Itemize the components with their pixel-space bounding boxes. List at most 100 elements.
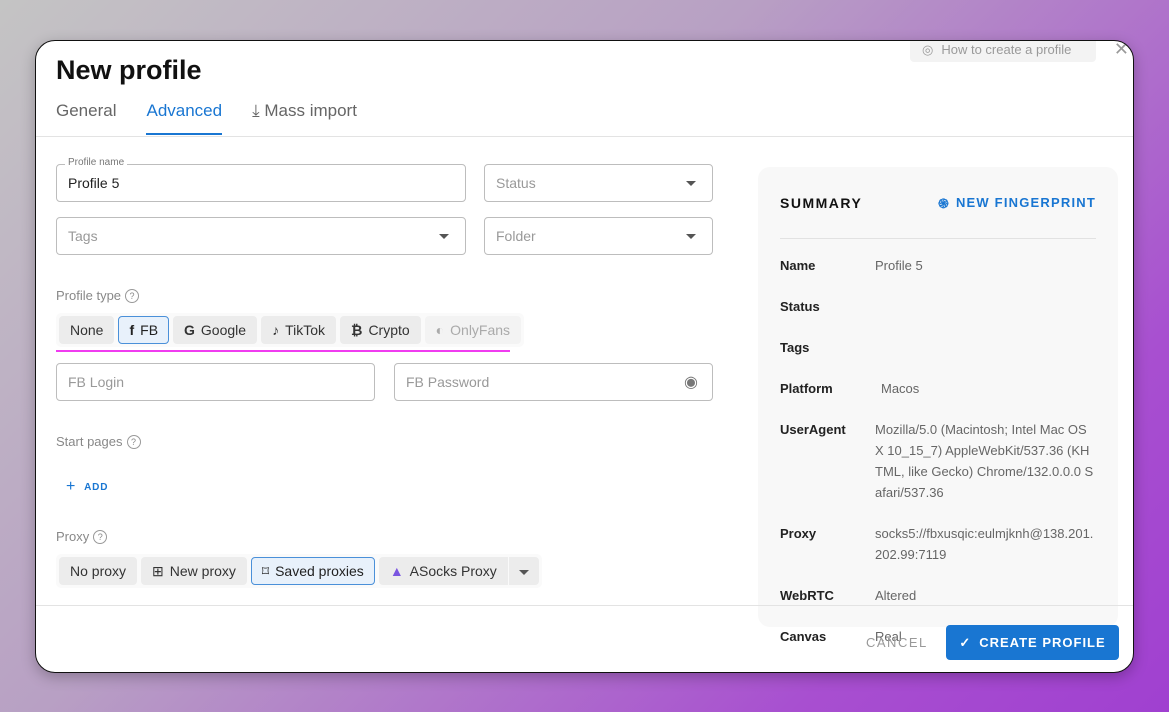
chip-label: TikTok [285,322,326,338]
status-select[interactable]: Status [484,164,713,202]
type-onlyfans[interactable]: ◐ OnlyFans [424,316,522,344]
proxy-asocks[interactable]: ▲ ASocks Proxy [378,557,508,585]
summary-value: Profile 5 [875,255,1096,276]
summary-key: Platform [780,381,833,396]
profile-type-label: Profile type? [56,288,140,303]
create-label: CREATE PROFILE [979,635,1106,650]
tab-label: Mass import [264,101,357,120]
download-icon: ⤓ [252,101,265,120]
profile-name-input[interactable]: Profile name Profile 5 [56,157,466,202]
profile-name-label: Profile name [65,157,128,168]
help-link[interactable]: ◎ How to create a profile [910,41,1096,62]
summary-value [875,296,1096,317]
summary-value: Altered [875,585,1096,606]
type-google[interactable]: G Google [173,316,258,344]
help-icon[interactable]: ? [125,288,140,303]
create-profile-button[interactable]: ✓ CREATE PROFILE [946,625,1119,660]
summary-value: Macos [875,378,1096,399]
new-fingerprint-button[interactable]: ֍ NEW FINGERPRINT [938,194,1096,212]
tab-advanced[interactable]: Advanced [146,101,223,135]
fingerprint-icon: ֍ [938,195,950,211]
summary-row: Status [780,296,1096,317]
lifebuoy-icon: ◎ [922,41,934,57]
close-icon[interactable]: ✕ [1114,41,1129,60]
new-profile-dialog: New profile ◎ How to create a profile ✕ G… [35,40,1134,673]
chip-label: FB [140,322,159,338]
proxy-label: Proxy? [56,529,108,544]
summary-row: UserAgent Mozilla/5.0 (Macintosh; Intel M… [780,419,1096,503]
start-pages-label: Start pages? [56,434,141,449]
tiktok-icon: ♪ [272,322,280,338]
summary-panel: SUMMARY ֍ NEW FINGERPRINT Name Profile 5 St… [758,167,1118,644]
fb-password-input[interactable]: FB Password ◉ [394,363,713,401]
chip-label: No proxy [70,563,127,579]
summary-row: Name Profile 5 [780,255,1096,276]
proxy-none[interactable]: No proxy [59,557,138,585]
cancel-button[interactable]: CANCEL [866,635,928,650]
google-icon: G [184,322,195,338]
caret-down-icon [439,234,449,244]
type-tiktok[interactable]: ♪ TikTok [261,316,337,344]
caret-down-icon [518,570,529,580]
summary-title: SUMMARY [780,194,863,211]
proxy-dropdown-button[interactable] [508,557,539,585]
add-label: ADD [84,481,109,493]
section-label: Profile type [56,288,122,303]
type-fb[interactable]: f FB [118,316,170,344]
caret-down-icon [686,234,696,244]
summary-rows: Name Profile 5 Status Tags Platform Macos User… [780,239,1096,647]
summary-value-text: Macos [881,381,920,396]
profile-name-value: Profile 5 [68,175,120,191]
facebook-icon: f [129,322,135,338]
highlight-underline [56,350,510,352]
fb-password-placeholder: FB Password [406,374,490,390]
summary-value-text: Profile 5 [875,258,923,273]
chip-label: OnlyFans [450,322,511,338]
summary-key: Name [780,258,816,273]
summary-value [875,337,1096,358]
asocks-icon: ▲ [389,563,404,579]
summary-value: socks5://fbxusqic:eulmjknh@138.201.202.9… [875,523,1096,565]
check-icon: ✓ [959,634,972,650]
proxy-saved[interactable]: ⌑ Saved proxies [250,557,375,585]
tags-placeholder: Tags [68,228,98,244]
summary-row: Tags [780,337,1096,358]
chip-label: Crypto [368,322,410,338]
onlyfans-icon: ◐ [435,322,445,338]
summary-value-text: Mozilla/5.0 (Macintosh; Intel Mac OS X 1… [875,422,1094,500]
section-label: Proxy [56,529,90,544]
help-icon[interactable]: ? [126,434,141,449]
chip-label: New proxy [169,563,236,579]
dialog-title: New profile [56,55,202,85]
tab-mass-import[interactable]: ⤓ Mass import [252,101,357,135]
new-proxy-icon: ⊞ [152,562,164,579]
summary-row: Proxy socks5://fbxusqic:eulmjknh@138.201.… [780,523,1096,565]
add-start-page-button[interactable]: + ADD [66,478,108,496]
type-crypto[interactable]: ₿ Crypto [340,316,421,344]
chip-label: None [70,322,104,338]
folder-select[interactable]: Folder [484,217,713,255]
chip-label: Saved proxies [275,563,364,579]
fb-login-placeholder: FB Login [68,374,125,390]
proxy-new[interactable]: ⊞ New proxy [141,557,247,585]
divider [36,136,1133,137]
type-none[interactable]: None [59,316,115,344]
chip-label: Google [200,322,247,338]
plus-icon: + [66,478,77,495]
fb-login-input[interactable]: FB Login [56,363,375,401]
summary-value-text: socks5://fbxusqic:eulmjknh@138.201.202.9… [875,526,1094,562]
summary-key: Proxy [780,526,817,541]
help-icon[interactable]: ? [93,529,108,544]
help-link-label: How to create a profile [941,42,1072,57]
summary-key: UserAgent [780,422,846,437]
eye-icon[interactable]: ◉ [684,372,698,392]
chip-label: ASocks Proxy [409,563,497,579]
tags-select[interactable]: Tags [56,217,466,255]
profile-type-group: None f FB G Google ♪ TikTok ₿ Crypto ◐ OnlyFa… [56,313,525,347]
tab-general[interactable]: General [56,101,116,135]
caret-down-icon [686,181,696,191]
bitcoin-icon: ₿ [351,322,363,338]
summary-row: Platform Macos [780,378,1096,399]
dialog-footer: CANCEL ✓ CREATE PROFILE [36,605,1133,672]
new-fingerprint-label: NEW FINGERPRINT [955,195,1096,210]
